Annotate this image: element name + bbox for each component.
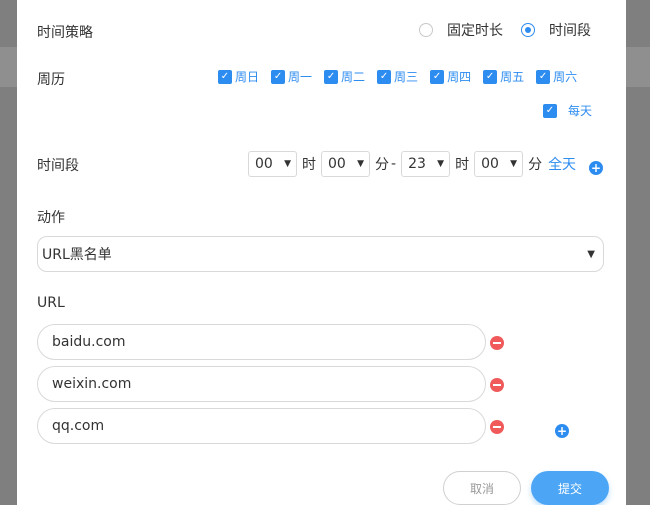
- checkbox-checked-icon: ✓: [324, 69, 339, 84]
- checkbox-label: 周二: [341, 70, 366, 84]
- url-label: URL: [37, 295, 65, 311]
- url-input-1[interactable]: [37, 324, 486, 360]
- overlay-strip-right: [626, 47, 650, 87]
- overlay-left: [0, 0, 17, 505]
- radio-label: 时间段: [549, 23, 591, 39]
- checkbox-label: 周四: [447, 70, 472, 84]
- select-value: 23: [408, 156, 426, 172]
- checkbox-saturday[interactable]: ✓ 周六: [536, 68, 577, 85]
- time-range-row: 00 ▼ 时 00 ▼ 分 - 23 ▼ 时 00 ▼ 分 全天: [248, 151, 576, 177]
- checkbox-label: 每天: [568, 104, 593, 118]
- end-minute-select[interactable]: 00 ▼: [474, 151, 524, 177]
- checkbox-everyday[interactable]: ✓ 每天: [543, 102, 592, 119]
- radio-selected-icon: [521, 23, 535, 37]
- url-input-3[interactable]: [37, 408, 486, 444]
- cancel-button[interactable]: 取消: [443, 471, 521, 505]
- checkbox-checked-icon: ✓: [218, 69, 232, 84]
- range-separator: -: [391, 156, 397, 172]
- radio-fixed-duration[interactable]: 固定时长: [419, 20, 503, 40]
- checkbox-friday[interactable]: ✓ 周五: [483, 68, 524, 85]
- url-input-2[interactable]: [37, 366, 486, 402]
- checkbox-label: 周一: [288, 70, 313, 84]
- checkbox-checked-icon: ✓: [430, 69, 445, 84]
- end-hour-select[interactable]: 23 ▼: [401, 151, 451, 177]
- checkbox-monday[interactable]: ✓ 周一: [271, 68, 312, 85]
- select-value: 00: [481, 156, 499, 172]
- checkbox-checked-icon: ✓: [271, 69, 286, 84]
- add-time-period-icon[interactable]: +: [589, 161, 603, 175]
- minute-unit: 分: [375, 157, 389, 173]
- time-period-label: 时间段: [37, 158, 79, 174]
- chevron-down-icon: ▼: [437, 159, 445, 169]
- all-day-link[interactable]: 全天: [548, 154, 576, 174]
- checkbox-label: 周日: [235, 70, 260, 84]
- submit-button[interactable]: 提交: [531, 471, 609, 505]
- chevron-down-icon: ▼: [284, 159, 291, 169]
- checkbox-wednesday[interactable]: ✓ 周三: [377, 68, 418, 85]
- remove-url-2-icon[interactable]: [490, 378, 504, 392]
- select-value: 00: [255, 156, 273, 172]
- chevron-down-icon: ▼: [510, 159, 518, 169]
- overlay-strip-left: [0, 47, 17, 87]
- time-strategy-radio-group: 固定时长 时间段: [419, 20, 609, 40]
- checkbox-checked-icon: ✓: [536, 69, 551, 84]
- checkbox-thursday[interactable]: ✓ 周四: [430, 68, 471, 85]
- overlay-right: [626, 0, 650, 505]
- checkbox-sunday[interactable]: ✓ 周日: [218, 68, 259, 85]
- policy-dialog: 时间策略 固定时长 时间段 周历 ✓ 周日 ✓ 周一 ✓ 周二 ✓ 周三 ✓ 周四 ✓ 周五…: [17, 0, 626, 505]
- minute-unit: 分: [528, 157, 543, 173]
- radio-label: 固定时长: [447, 23, 503, 39]
- checkbox-checked-icon: ✓: [543, 103, 557, 118]
- radio-circle-icon: [419, 23, 433, 37]
- checkbox-checked-icon: ✓: [483, 69, 498, 84]
- select-value: URL黑名单: [42, 247, 112, 263]
- weekday-checkbox-group: ✓ 周日 ✓ 周一 ✓ 周二 ✓ 周三 ✓ 周四 ✓ 周五 ✓ 周六: [218, 68, 589, 85]
- action-label: 动作: [37, 210, 65, 226]
- hour-unit: 时: [302, 157, 316, 173]
- checkbox-tuesday[interactable]: ✓ 周二: [324, 68, 365, 85]
- remove-url-1-icon[interactable]: [490, 336, 504, 350]
- add-url-icon[interactable]: +: [555, 424, 569, 438]
- checkbox-label: 周三: [394, 70, 419, 84]
- action-select[interactable]: URL黑名单 ▼: [37, 236, 604, 272]
- time-strategy-label: 时间策略: [37, 25, 93, 41]
- start-hour-select[interactable]: 00 ▼: [248, 151, 297, 177]
- chevron-down-icon: ▼: [587, 248, 595, 260]
- checkbox-label: 周五: [500, 70, 525, 84]
- start-minute-select[interactable]: 00 ▼: [321, 151, 370, 177]
- select-value: 00: [328, 156, 346, 172]
- checkbox-label: 周六: [553, 70, 578, 84]
- remove-url-3-icon[interactable]: [490, 420, 504, 434]
- chevron-down-icon: ▼: [357, 159, 364, 169]
- calendar-label: 周历: [37, 72, 65, 88]
- checkbox-checked-icon: ✓: [377, 69, 392, 84]
- hour-unit: 时: [455, 157, 470, 173]
- radio-time-period[interactable]: 时间段: [521, 20, 591, 40]
